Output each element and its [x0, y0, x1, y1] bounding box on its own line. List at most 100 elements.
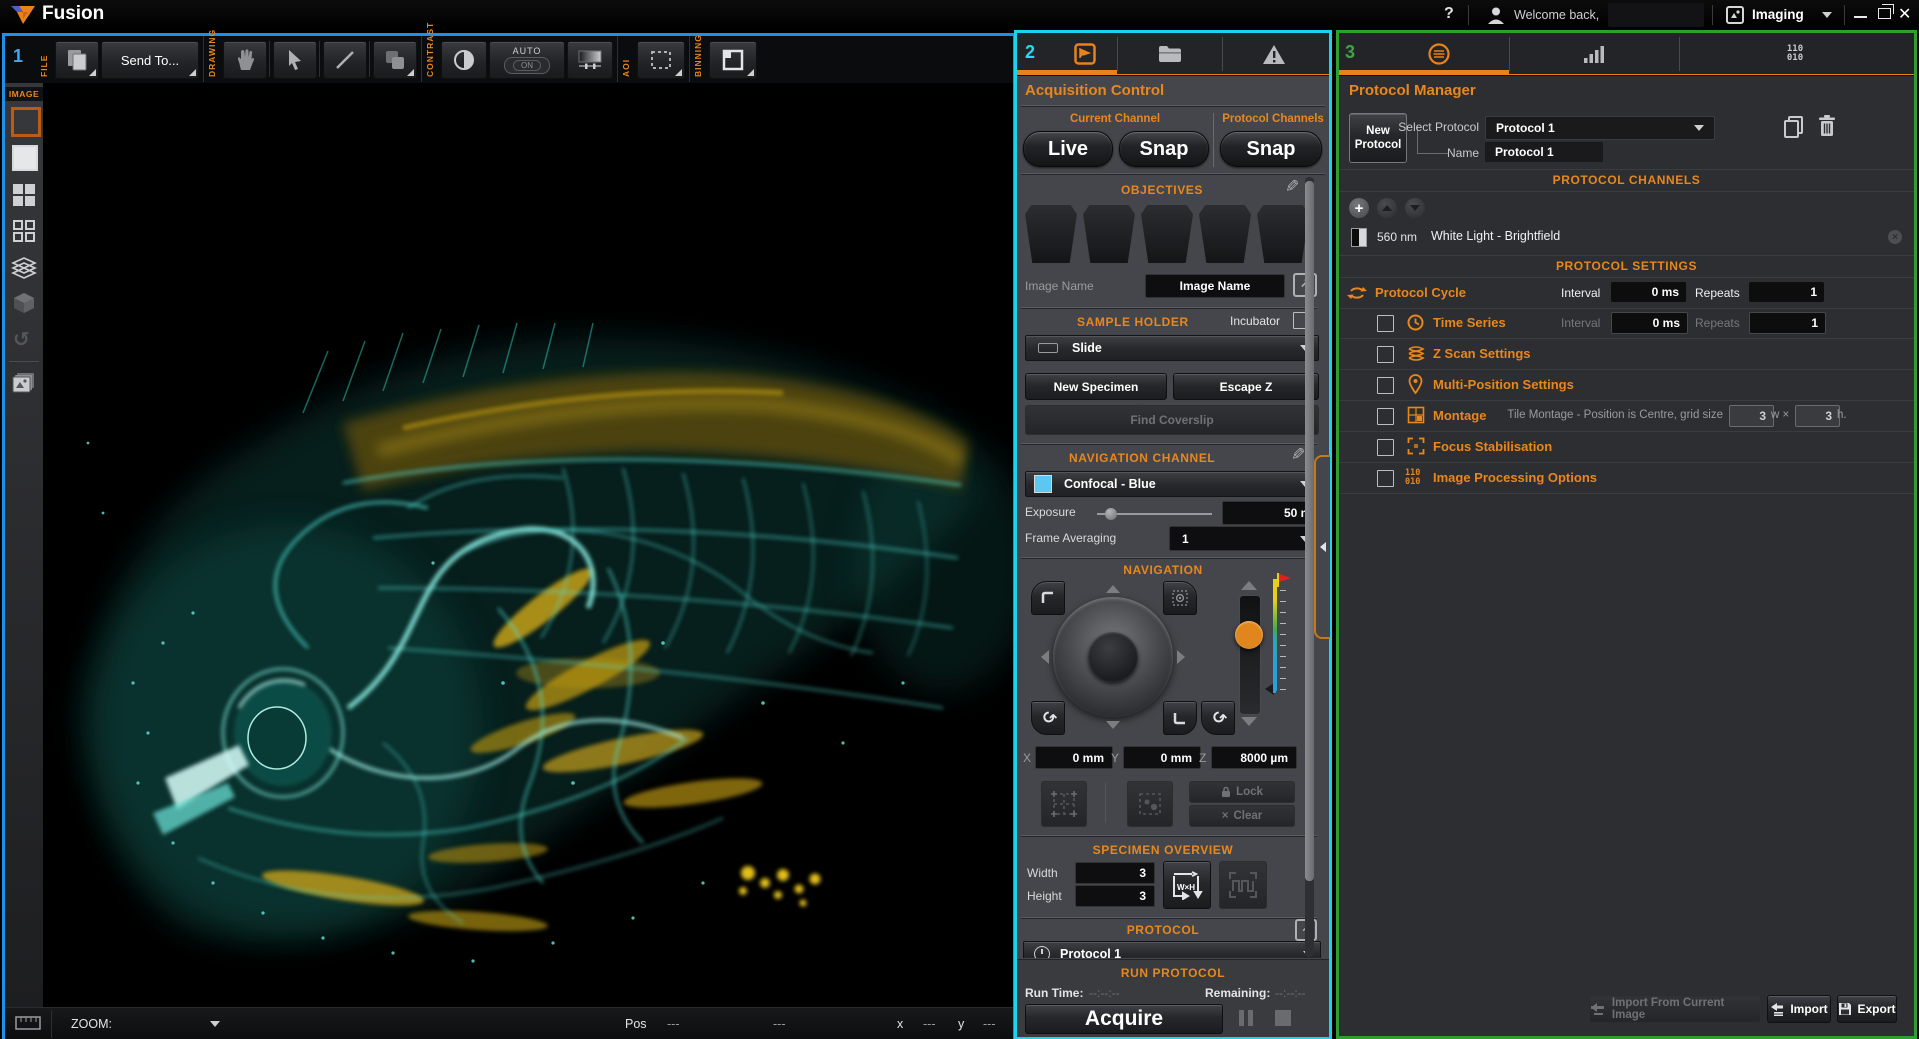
pan-hand-tool[interactable] — [223, 41, 267, 79]
z-slider-track[interactable] — [1239, 595, 1261, 715]
snap-button[interactable]: Snap — [1119, 131, 1209, 167]
z-speed-button[interactable]: ↺ — [1201, 701, 1235, 735]
image-processing-row[interactable]: 110010 Image Processing Options — [1339, 463, 1914, 494]
zoom-dropdown[interactable] — [210, 1021, 220, 1027]
objective-60x-oil[interactable] — [1257, 205, 1309, 263]
mode-selector[interactable]: Imaging — [1752, 7, 1804, 22]
full-view-button[interactable] — [12, 145, 38, 171]
find-coverslip-button[interactable]: Find Coverslip — [1025, 405, 1319, 435]
objective-2x[interactable] — [1025, 205, 1077, 263]
acquire-button[interactable]: Acquire — [1025, 1004, 1223, 1034]
select-arrow-tool[interactable] — [273, 41, 317, 79]
interval-field[interactable]: 0 ms — [1611, 312, 1688, 334]
focus-stabilisation-checkbox[interactable] — [1377, 439, 1394, 456]
stage-corner-topleft-button[interactable] — [1031, 581, 1065, 615]
image-gallery-button[interactable] — [11, 371, 37, 397]
tab-files[interactable] — [1117, 41, 1222, 67]
z-scan-row[interactable]: Z Scan Settings — [1339, 339, 1914, 370]
exposure-slider-knob[interactable] — [1105, 508, 1117, 520]
tab-warnings[interactable] — [1222, 41, 1326, 67]
rotate-view-button[interactable]: ↺ — [13, 327, 35, 349]
ruler-icon[interactable] — [15, 1014, 41, 1031]
tab-acquisition[interactable] — [1057, 41, 1112, 67]
single-view-button[interactable] — [11, 107, 41, 137]
grid-2x2-outline-button[interactable] — [12, 219, 36, 243]
volume-3d-button[interactable] — [12, 291, 36, 315]
time-series-checkbox[interactable] — [1377, 315, 1394, 332]
objective-60x[interactable] — [1199, 205, 1251, 263]
overview-scan-button[interactable] — [1219, 861, 1267, 909]
z-scan-checkbox[interactable] — [1377, 346, 1394, 363]
restore-button[interactable] — [1878, 8, 1891, 19]
protocol-cycle-row[interactable]: Protocol Cycle Interval 0 ms Repeats 1 — [1339, 277, 1914, 309]
help-button[interactable]: ? — [1444, 5, 1454, 23]
move-channel-down-button[interactable] — [1405, 198, 1425, 218]
repeats-field[interactable]: 1 — [1749, 312, 1826, 334]
move-channel-up-button[interactable] — [1377, 198, 1397, 218]
width-field[interactable]: 3 — [1075, 862, 1155, 884]
import-from-current-image-button[interactable]: Import From Current Image — [1589, 995, 1761, 1023]
mode-caret-icon[interactable] — [1822, 12, 1832, 18]
duplicate-protocol-button[interactable] — [1783, 115, 1805, 139]
stage-grid-button[interactable] — [1041, 781, 1087, 827]
contrast-tool[interactable] — [441, 41, 487, 79]
objective-40x[interactable] — [1141, 205, 1193, 263]
xy-speed-button[interactable]: ↺ — [1031, 701, 1065, 735]
multi-position-row[interactable]: Multi-Position Settings — [1339, 370, 1914, 401]
panel-flyout-handle[interactable] — [1314, 455, 1330, 639]
escape-z-button[interactable]: Escape Z — [1173, 373, 1319, 400]
add-channel-button[interactable]: + — [1349, 198, 1369, 218]
select-protocol-dropdown[interactable]: Protocol 1 — [1485, 116, 1715, 140]
navigation-channel-dropdown[interactable]: Confocal - Blue — [1025, 471, 1319, 497]
objective-10x[interactable] — [1083, 205, 1135, 263]
z-up-arrow[interactable] — [1241, 581, 1257, 590]
levels-tool[interactable] — [567, 41, 613, 79]
line-tool[interactable] — [323, 41, 367, 79]
focus-stabilisation-row[interactable]: Focus Stabilisation — [1339, 432, 1914, 463]
channel-row[interactable]: 560 nm White Light - Brightfield × — [1339, 225, 1914, 251]
sample-holder-dropdown[interactable]: Slide — [1025, 335, 1319, 361]
tab-analysis[interactable] — [1509, 41, 1679, 67]
binning-tool[interactable] — [709, 41, 757, 79]
new-specimen-button[interactable]: New Specimen — [1025, 373, 1167, 400]
z-down-arrow[interactable] — [1241, 717, 1257, 726]
tab-image-processing[interactable]: 110010 — [1679, 41, 1911, 67]
close-button[interactable]: ✕ — [1898, 4, 1911, 24]
joystick-left-arrow[interactable] — [1041, 650, 1049, 664]
stage-center-button[interactable] — [1163, 581, 1197, 615]
montage-row[interactable]: Montage Tile Montage - Position is Centr… — [1339, 401, 1914, 432]
stage-points-button[interactable] — [1127, 781, 1173, 827]
cycle-interval-field[interactable]: 0 ms — [1611, 282, 1686, 302]
z-stack-view-button[interactable] — [11, 255, 37, 281]
minimize-button[interactable] — [1854, 16, 1867, 18]
auto-on-switch[interactable]: ON — [504, 57, 550, 74]
acquisition-scrollbar[interactable] — [1305, 177, 1314, 957]
lock-button[interactable]: Lock — [1189, 781, 1295, 803]
send-to-button[interactable]: Send To... — [101, 41, 199, 79]
import-button[interactable]: Import — [1767, 995, 1831, 1023]
joystick-right-arrow[interactable] — [1177, 650, 1185, 664]
navigation-channel-edit-icon[interactable]: ✎ — [1291, 445, 1305, 465]
time-series-row[interactable]: Time Series Interval 0 ms Repeats 1 — [1339, 308, 1914, 339]
y-position-field[interactable]: 0 mm — [1123, 746, 1201, 769]
image-canvas[interactable] — [43, 83, 1013, 1007]
joystick-knob[interactable] — [1088, 632, 1138, 682]
objectives-edit-icon[interactable]: ✎ — [1285, 177, 1299, 197]
tab-protocol-manager[interactable] — [1369, 41, 1509, 67]
protocol-snap-button[interactable]: Snap — [1220, 131, 1322, 167]
shapes-tool[interactable] — [373, 41, 417, 79]
protocol-name-input[interactable]: Protocol 1 — [1485, 142, 1603, 162]
scrollbar-thumb[interactable] — [1305, 181, 1314, 881]
stop-button[interactable] — [1275, 1010, 1291, 1026]
montage-checkbox[interactable] — [1377, 408, 1394, 425]
auto-contrast-toggle[interactable]: AUTO ON — [489, 41, 565, 79]
exposure-slider[interactable] — [1097, 513, 1212, 515]
stage-corner-bottomright-button[interactable] — [1163, 701, 1197, 735]
live-button[interactable]: Live — [1023, 131, 1113, 167]
montage-width-field[interactable]: 3 — [1729, 405, 1774, 427]
export-button[interactable]: Export — [1837, 995, 1897, 1023]
delete-protocol-button[interactable] — [1817, 114, 1837, 138]
image-name-input[interactable]: Image Name — [1145, 274, 1285, 298]
x-position-field[interactable]: 0 mm — [1035, 746, 1113, 769]
z-slider-knob[interactable] — [1235, 621, 1263, 649]
